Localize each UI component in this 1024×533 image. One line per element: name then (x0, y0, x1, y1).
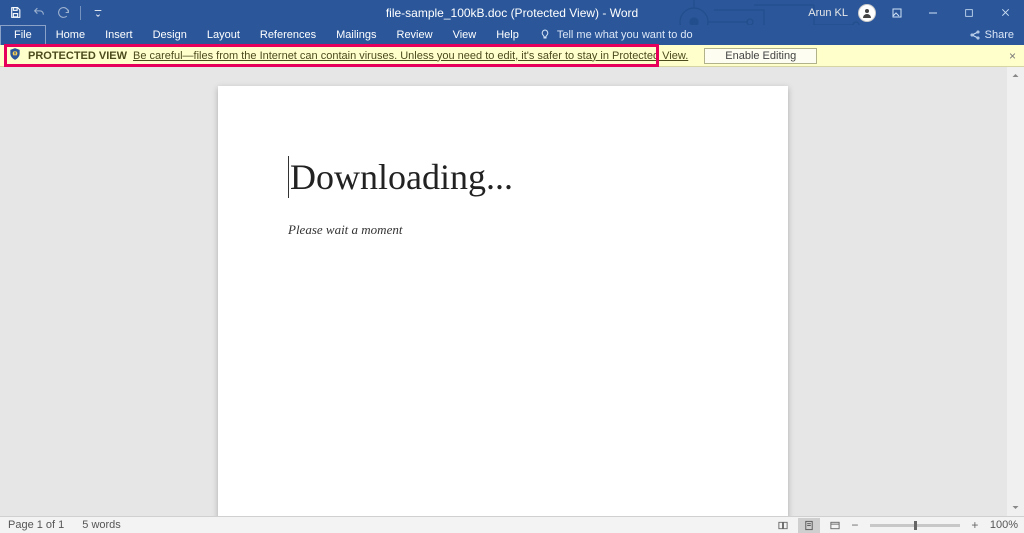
tab-mailings[interactable]: Mailings (326, 26, 386, 45)
undo-icon[interactable] (32, 6, 46, 20)
document-heading: Downloading... (288, 156, 718, 198)
lightbulb-icon (539, 29, 551, 41)
zoom-out-button[interactable]: − (850, 518, 860, 532)
document-workspace: Downloading... Please wait a moment (0, 67, 1024, 516)
share-label: Share (985, 29, 1014, 41)
user-avatar[interactable] (858, 4, 876, 22)
enable-editing-button[interactable]: Enable Editing (704, 48, 817, 64)
tab-home[interactable]: Home (46, 26, 95, 45)
tab-view[interactable]: View (443, 26, 487, 45)
vertical-scrollbar[interactable] (1007, 67, 1024, 516)
tab-file[interactable]: File (0, 25, 46, 45)
user-name[interactable]: Arun KL (808, 7, 852, 19)
shield-icon (8, 47, 22, 64)
tab-help[interactable]: Help (486, 26, 529, 45)
status-bar: Page 1 of 1 5 words − + 100% (0, 516, 1024, 533)
qat-separator (80, 6, 81, 20)
zoom-slider[interactable] (870, 524, 960, 527)
protected-view-bar: PROTECTED VIEW Be careful—files from the… (0, 45, 1024, 67)
qat-customize-icon[interactable] (91, 6, 105, 20)
document-page[interactable]: Downloading... Please wait a moment (218, 86, 788, 516)
page-indicator[interactable]: Page 1 of 1 (8, 519, 64, 531)
protected-view-close-icon[interactable]: × (1009, 49, 1016, 63)
minimize-button[interactable] (918, 0, 948, 25)
document-body-text: Please wait a moment (288, 222, 718, 238)
protected-view-message[interactable]: Be careful—files from the Internet can c… (127, 50, 694, 62)
print-layout-icon[interactable] (798, 518, 820, 533)
share-icon (969, 29, 981, 41)
share-button[interactable]: Share (969, 29, 1014, 45)
scroll-down-icon[interactable] (1007, 499, 1024, 516)
tab-references[interactable]: References (250, 26, 326, 45)
protected-view-label: PROTECTED VIEW (28, 50, 127, 62)
tell-me-placeholder: Tell me what you want to do (557, 29, 693, 41)
tab-insert[interactable]: Insert (95, 26, 143, 45)
redo-icon[interactable] (56, 6, 70, 20)
tell-me-search[interactable]: Tell me what you want to do (529, 29, 703, 45)
title-bar: file-sample_100kB.doc (Protected View) -… (0, 0, 1024, 25)
scroll-up-icon[interactable] (1007, 67, 1024, 84)
maximize-button[interactable] (954, 0, 984, 25)
zoom-in-button[interactable]: + (970, 518, 980, 532)
zoom-value[interactable]: 100% (984, 519, 1018, 531)
read-mode-icon[interactable] (772, 518, 794, 533)
ribbon-tabs: File Home Insert Design Layout Reference… (0, 25, 1024, 45)
tab-design[interactable]: Design (143, 26, 197, 45)
tab-review[interactable]: Review (387, 26, 443, 45)
zoom-slider-thumb[interactable] (914, 521, 917, 530)
tab-layout[interactable]: Layout (197, 26, 250, 45)
close-button[interactable] (990, 0, 1020, 25)
web-layout-icon[interactable] (824, 518, 846, 533)
ribbon-options-icon[interactable] (882, 0, 912, 25)
word-count[interactable]: 5 words (82, 519, 121, 531)
save-icon[interactable] (8, 6, 22, 20)
